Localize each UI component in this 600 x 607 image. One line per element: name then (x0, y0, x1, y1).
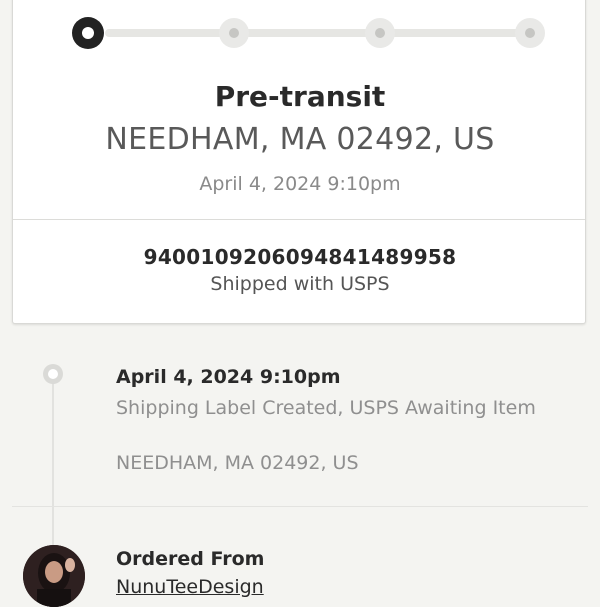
section-separator (12, 506, 588, 507)
status-title: Pre-transit (214, 80, 386, 113)
progress-track (105, 29, 525, 37)
shop-name-link[interactable]: NunuTeeDesign (116, 576, 264, 598)
tracking-number[interactable]: 9400109206094841489958 (0, 245, 600, 269)
ordered-from-label: Ordered From (116, 548, 265, 570)
timeline-line (52, 380, 54, 550)
progress-step-2-inner (229, 28, 239, 38)
timeline-dot-inner (48, 369, 58, 379)
timeline-dot-icon (43, 364, 63, 384)
avatar-photo-icon (23, 545, 85, 607)
progress-step-2-dot (219, 18, 249, 48)
progress-step-1-dot (72, 17, 104, 49)
event-time: April 4, 2024 9:10pm (116, 366, 341, 388)
event-location: NEEDHAM, MA 02492, US (116, 452, 359, 474)
progress-step-4-inner (525, 28, 535, 38)
event-description: Shipping Label Created, USPS Awaiting It… (116, 397, 536, 419)
shop-avatar[interactable] (23, 545, 85, 607)
progress-step-1-inner (82, 27, 94, 39)
status-location: NEEDHAM, MA 02492, US (105, 122, 495, 157)
status-timestamp: April 4, 2024 9:10pm (199, 173, 401, 195)
progress-step-4-dot (515, 18, 545, 48)
card-divider (13, 219, 585, 220)
carrier-text: Shipped with USPS (210, 273, 390, 295)
progress-step-3-inner (375, 28, 385, 38)
progress-step-3-dot (365, 18, 395, 48)
progress-tracker (0, 0, 600, 70)
